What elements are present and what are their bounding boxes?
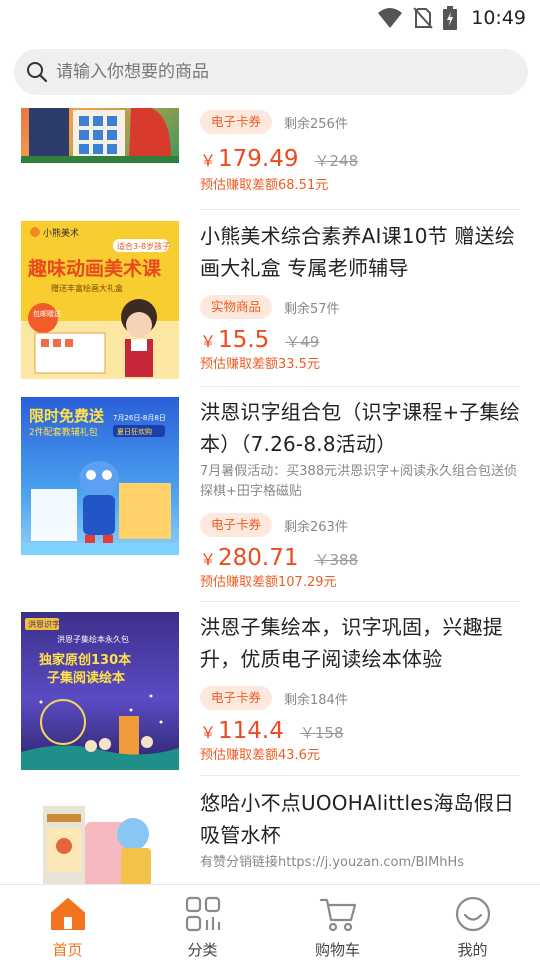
profile-icon xyxy=(454,895,492,933)
product-price: 114.4 xyxy=(218,718,284,744)
price-currency: ￥ xyxy=(200,723,217,742)
no-sim-icon xyxy=(413,7,433,29)
product-image: 小熊美术 适合3-8岁孩子 趣味动画美术课 赠送丰富绘画大礼盒 包邮赠送 xyxy=(21,221,179,379)
divider xyxy=(200,386,520,387)
product-image: 限时免费送 2件配套教辅礼包 7月26日-8月8日 夏日狂欢购 xyxy=(21,397,179,555)
product-list: 电子卡券 剩余256件 ￥ 179.49 ￥248 预估赚取差额68.51元 小… xyxy=(0,108,540,884)
search-input[interactable] xyxy=(56,62,496,82)
product-description: 7月暑假活动：买388元洪恩识字+阅读永久组合包送侦探棋+田字格磁贴 xyxy=(200,464,517,499)
nav-profile[interactable]: 我的 xyxy=(405,885,540,960)
wifi-icon xyxy=(378,8,403,28)
original-price: ￥388 xyxy=(314,551,359,569)
product-description: 有赞分销链接https://j.youzan.com/BlMhHs xyxy=(200,855,465,870)
image-date: 7月26日-8月8日 xyxy=(113,414,166,422)
divider xyxy=(200,601,520,602)
product-image-art xyxy=(43,806,151,884)
category-icon xyxy=(184,895,222,933)
nav-label: 我的 xyxy=(457,941,488,959)
product-price: 15.5 xyxy=(218,327,270,353)
product-stock: 剩余184件 xyxy=(284,692,348,708)
search-bar xyxy=(0,36,540,108)
product-title: 洪恩子集绘本，识字巩固，兴趣提升，优质电子阅读绘本体验 xyxy=(200,615,503,671)
bottom-nav: 首页 分类 购物车 我的 xyxy=(0,884,540,960)
original-price: ￥248 xyxy=(314,152,359,170)
battery-charging-icon xyxy=(443,6,458,30)
product-title: 小熊美术综合素养AI课10节 赠送绘画大礼盒 专属老师辅导 xyxy=(200,224,515,280)
status-icons: 10:49 xyxy=(377,6,526,30)
product-image-art: 限时免费送 2件配套教辅礼包 7月26日-8月8日 夏日狂欢购 xyxy=(21,407,179,555)
nav-category[interactable]: 分类 xyxy=(135,885,270,960)
image-subline: 洪恩子集绘本永久包 xyxy=(57,634,129,644)
divider xyxy=(200,775,520,776)
product-image-art xyxy=(21,108,179,163)
nav-label: 分类 xyxy=(187,941,218,959)
product-image: 洪恩识字 洪恩子集绘本永久包 独家原创130本 子集阅读绘本 xyxy=(21,612,179,770)
product-stock: 剩余256件 xyxy=(284,116,348,132)
status-time: 10:49 xyxy=(471,7,526,29)
estimated-earnings: 预估赚取差额107.29元 xyxy=(200,575,337,590)
product-tag: 实物商品 xyxy=(200,295,273,319)
product-image xyxy=(21,788,179,884)
image-headline: 趣味动画美术课 xyxy=(27,257,162,280)
estimated-earnings: 预估赚取差额68.51元 xyxy=(200,178,329,193)
product-card[interactable]: 小熊美术 适合3-8岁孩子 趣味动画美术课 赠送丰富绘画大礼盒 包邮赠送 小熊美… xyxy=(0,221,540,391)
image-headline: 限时免费送 xyxy=(29,407,105,425)
estimated-earnings: 预估赚取差额43.6元 xyxy=(200,748,320,763)
product-price: 280.71 xyxy=(218,545,299,571)
product-tag: 电子卡券 xyxy=(200,686,273,710)
image-headline: 独家原创130本 xyxy=(39,652,131,668)
estimated-earnings: 预估赚取差额33.5元 xyxy=(200,357,320,372)
product-title: 悠哈小不点UOOHAlittles海岛假日吸管水杯 xyxy=(200,791,515,847)
product-card[interactable]: 悠哈小不点UOOHAlittles海岛假日吸管水杯 有赞分销链接https://… xyxy=(0,788,540,884)
product-card[interactable]: 限时免费送 2件配套教辅礼包 7月26日-8月8日 夏日狂欢购 洪恩识字组合包（… xyxy=(0,397,540,597)
price-currency: ￥ xyxy=(200,550,217,569)
search-box[interactable] xyxy=(14,49,528,95)
image-brand: 洪恩识字 xyxy=(28,619,60,629)
image-headline-2: 子集阅读绘本 xyxy=(47,670,125,686)
nav-label: 购物车 xyxy=(314,941,360,959)
original-price: ￥49 xyxy=(285,333,320,351)
home-icon xyxy=(49,895,87,933)
product-image-art: 小熊美术 适合3-8岁孩子 趣味动画美术课 赠送丰富绘画大礼盒 包邮赠送 xyxy=(21,221,179,379)
product-title: 洪恩识字组合包（识字课程+子集绘本）（7.26-8.8活动） xyxy=(200,400,520,456)
product-stock: 剩余57件 xyxy=(284,301,340,317)
image-bubble: 包邮赠送 xyxy=(33,309,61,318)
price-currency: ￥ xyxy=(200,151,217,170)
product-image xyxy=(21,108,179,163)
product-tag: 电子卡券 xyxy=(200,110,273,134)
nav-home[interactable]: 首页 xyxy=(0,885,135,960)
image-brand: 小熊美术 xyxy=(43,227,79,239)
nav-cart[interactable]: 购物车 xyxy=(270,885,405,960)
status-bar: 10:49 xyxy=(0,0,540,36)
product-stock: 剩余263件 xyxy=(284,519,348,535)
nav-label: 首页 xyxy=(52,941,83,959)
divider xyxy=(200,209,520,210)
product-card[interactable]: 洪恩识字 洪恩子集绘本永久包 独家原创130本 子集阅读绘本 洪恩子集绘本，识字… xyxy=(0,612,540,782)
product-price: 179.49 xyxy=(218,146,299,172)
product-tag: 电子卡券 xyxy=(200,513,273,537)
image-subline: 2件配套教辅礼包 xyxy=(29,426,98,438)
search-icon xyxy=(27,62,48,83)
image-badge: 适合3-8岁孩子 xyxy=(117,241,170,251)
original-price: ￥158 xyxy=(299,724,344,742)
image-subline: 赠送丰富绘画大礼盒 xyxy=(51,283,123,293)
cart-icon xyxy=(319,895,357,933)
image-tag: 夏日狂欢购 xyxy=(117,427,152,436)
price-currency: ￥ xyxy=(200,332,217,351)
product-image-art: 洪恩识字 洪恩子集绘本永久包 独家原创130本 子集阅读绘本 xyxy=(21,618,179,770)
